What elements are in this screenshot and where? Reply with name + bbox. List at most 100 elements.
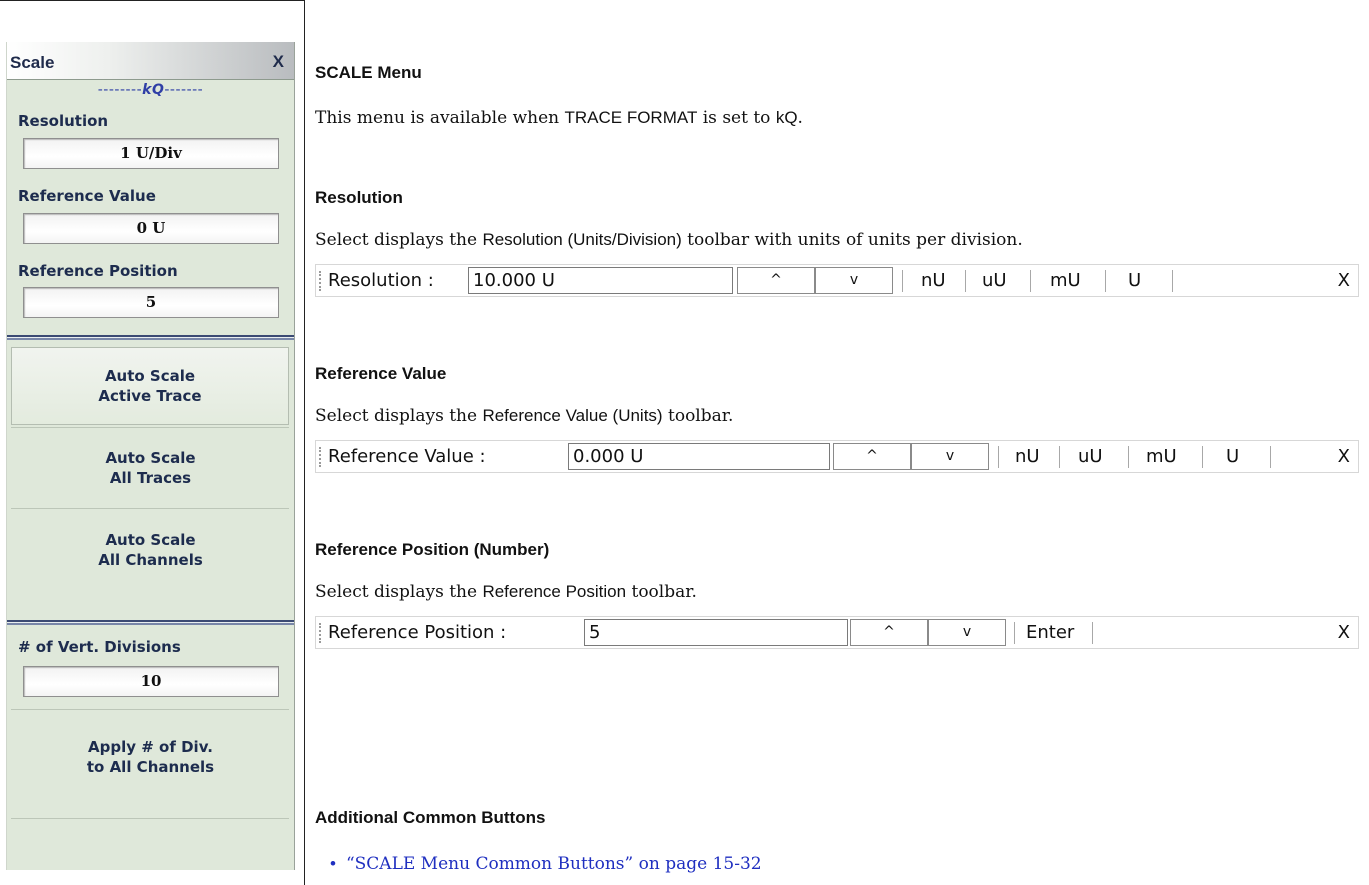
close-icon[interactable]: X — [1338, 446, 1350, 467]
toolbar-separator — [965, 270, 966, 292]
toolbar-separator — [1059, 446, 1060, 468]
resolution-toolbar: Resolution : 10.000 U ^ v nU uU mU U X — [315, 264, 1359, 297]
unit-u-button[interactable]: U — [1226, 446, 1239, 467]
menu-separator — [7, 335, 294, 340]
text-run: kQ — [775, 108, 798, 127]
apply-divisions-all-channels-button[interactable]: Apply # of Div. to All Channels — [7, 722, 294, 792]
auto-scale-all-channels-button[interactable]: Auto Scale All Channels — [7, 512, 294, 588]
text-run: TRACE FORMAT — [564, 108, 698, 127]
vert-divisions-field[interactable]: 10 — [23, 666, 279, 697]
unit-nu-button[interactable]: nU — [1015, 446, 1040, 467]
text-run: Resolution (Units/Division) — [482, 230, 682, 249]
text-run: is set to — [697, 108, 776, 128]
bullet-icon: • — [330, 854, 336, 873]
text-run: Select displays the — [315, 230, 483, 250]
unit-u-button[interactable]: U — [1128, 270, 1141, 291]
toolbar-grip-handle[interactable] — [319, 447, 321, 467]
enter-button[interactable]: Enter — [1026, 622, 1074, 643]
button-line: All Traces — [109, 469, 192, 487]
menu-subtitle: --------kQ------- — [7, 82, 294, 98]
toolbar-separator — [998, 446, 999, 468]
increment-button[interactable]: ^ — [833, 443, 911, 470]
text-run: Reference Value (Units) — [482, 406, 663, 425]
reference-position-heading: Reference Position (Number) — [315, 540, 550, 559]
increment-button[interactable]: ^ — [850, 619, 928, 646]
reference-position-input[interactable]: 5 — [584, 619, 848, 646]
subtitle-format: kQ — [142, 82, 165, 98]
toolbar-label: Resolution : — [328, 270, 434, 291]
increment-button[interactable]: ^ — [737, 267, 815, 294]
toolbar-separator — [1270, 446, 1271, 468]
toolbar-separator — [1105, 270, 1106, 292]
menu-title-bar: Scale X — [7, 42, 294, 80]
toolbar-separator — [1014, 622, 1015, 644]
text-run: Select displays the — [315, 406, 483, 426]
close-icon[interactable]: X — [1338, 622, 1350, 643]
toolbar-separator — [1128, 446, 1129, 468]
toolbar-label: Reference Value : — [328, 446, 486, 467]
reference-value-field[interactable]: 0 U — [23, 213, 279, 244]
button-line: All Channels — [98, 551, 203, 569]
resolution-paragraph: Select displays the Resolution (Units/Di… — [315, 230, 1023, 250]
intro-paragraph: This menu is available when TRACE FORMAT… — [315, 108, 803, 128]
subtitle-dashes-left: -------- — [97, 82, 143, 98]
page-column-divider — [304, 0, 305, 885]
toolbar-grip-handle[interactable] — [319, 271, 321, 291]
scale-menu-common-buttons-link[interactable]: “SCALE Menu Common Buttons” on page 15-3… — [346, 854, 762, 874]
button-line: Auto Scale — [104, 367, 196, 385]
reference-position-label: Reference Position — [18, 262, 178, 280]
text-run: . — [797, 108, 803, 128]
toolbar-separator — [902, 270, 903, 292]
reference-value-heading: Reference Value — [315, 364, 447, 383]
toolbar-grip-handle[interactable] — [319, 623, 321, 643]
unit-uu-button[interactable]: uU — [982, 270, 1007, 291]
text-run: toolbar. — [662, 406, 734, 426]
auto-scale-all-traces-button[interactable]: Auto Scale All Traces — [7, 429, 294, 507]
unit-uu-button[interactable]: uU — [1078, 446, 1103, 467]
button-line: Auto Scale — [105, 449, 196, 467]
auto-scale-active-trace-button[interactable]: Auto Scale Active Trace — [11, 347, 289, 425]
unit-nu-button[interactable]: nU — [921, 270, 946, 291]
button-line: to All Channels — [86, 758, 215, 776]
menu-title: Scale — [10, 53, 55, 72]
reference-value-input[interactable]: 0.000 U — [568, 443, 830, 470]
menu-separator — [7, 620, 294, 625]
toolbar-separator — [1030, 270, 1031, 292]
resolution-heading: Resolution — [315, 188, 403, 207]
page-top-rule — [0, 0, 305, 1]
close-icon[interactable]: X — [273, 52, 284, 72]
text-run: toolbar. — [626, 582, 697, 602]
text-run: Reference Position — [482, 582, 627, 601]
vert-divisions-label: # of Vert. Divisions — [18, 638, 181, 656]
scale-menu-panel: Scale X --------kQ------- Resolution 1 U… — [6, 42, 295, 870]
button-line: Active Trace — [98, 387, 202, 405]
reference-value-label: Reference Value — [18, 187, 156, 205]
list-item: • “SCALE Menu Common Buttons” on page 15-… — [330, 854, 762, 874]
toolbar-separator — [1172, 270, 1173, 292]
text-run: Select displays the — [315, 582, 483, 602]
resolution-label: Resolution — [18, 112, 109, 130]
unit-mu-button[interactable]: mU — [1050, 270, 1081, 291]
text-run: toolbar with units of units per division… — [681, 230, 1023, 250]
button-divider — [11, 818, 289, 819]
button-divider — [11, 508, 289, 509]
additional-common-buttons-heading: Additional Common Buttons — [315, 808, 546, 827]
reference-position-field[interactable]: 5 — [23, 287, 279, 318]
scale-menu-heading: SCALE Menu — [315, 63, 422, 82]
button-divider — [11, 427, 289, 428]
button-divider — [11, 709, 289, 710]
decrement-button[interactable]: v — [815, 267, 893, 294]
reference-value-paragraph: Select displays the Reference Value (Uni… — [315, 406, 733, 426]
reference-position-paragraph: Select displays the Reference Position t… — [315, 582, 697, 602]
decrement-button[interactable]: v — [928, 619, 1006, 646]
text-run: This menu is available when — [315, 108, 565, 128]
decrement-button[interactable]: v — [911, 443, 989, 470]
button-line: Auto Scale — [105, 531, 196, 549]
reference-position-toolbar: Reference Position : 5 ^ v Enter X — [315, 616, 1359, 649]
unit-mu-button[interactable]: mU — [1146, 446, 1177, 467]
close-icon[interactable]: X — [1338, 270, 1350, 291]
resolution-value-input[interactable]: 10.000 U — [468, 267, 733, 294]
toolbar-label: Reference Position : — [328, 622, 507, 643]
resolution-field[interactable]: 1 U/Div — [23, 138, 279, 169]
toolbar-separator — [1092, 622, 1093, 644]
